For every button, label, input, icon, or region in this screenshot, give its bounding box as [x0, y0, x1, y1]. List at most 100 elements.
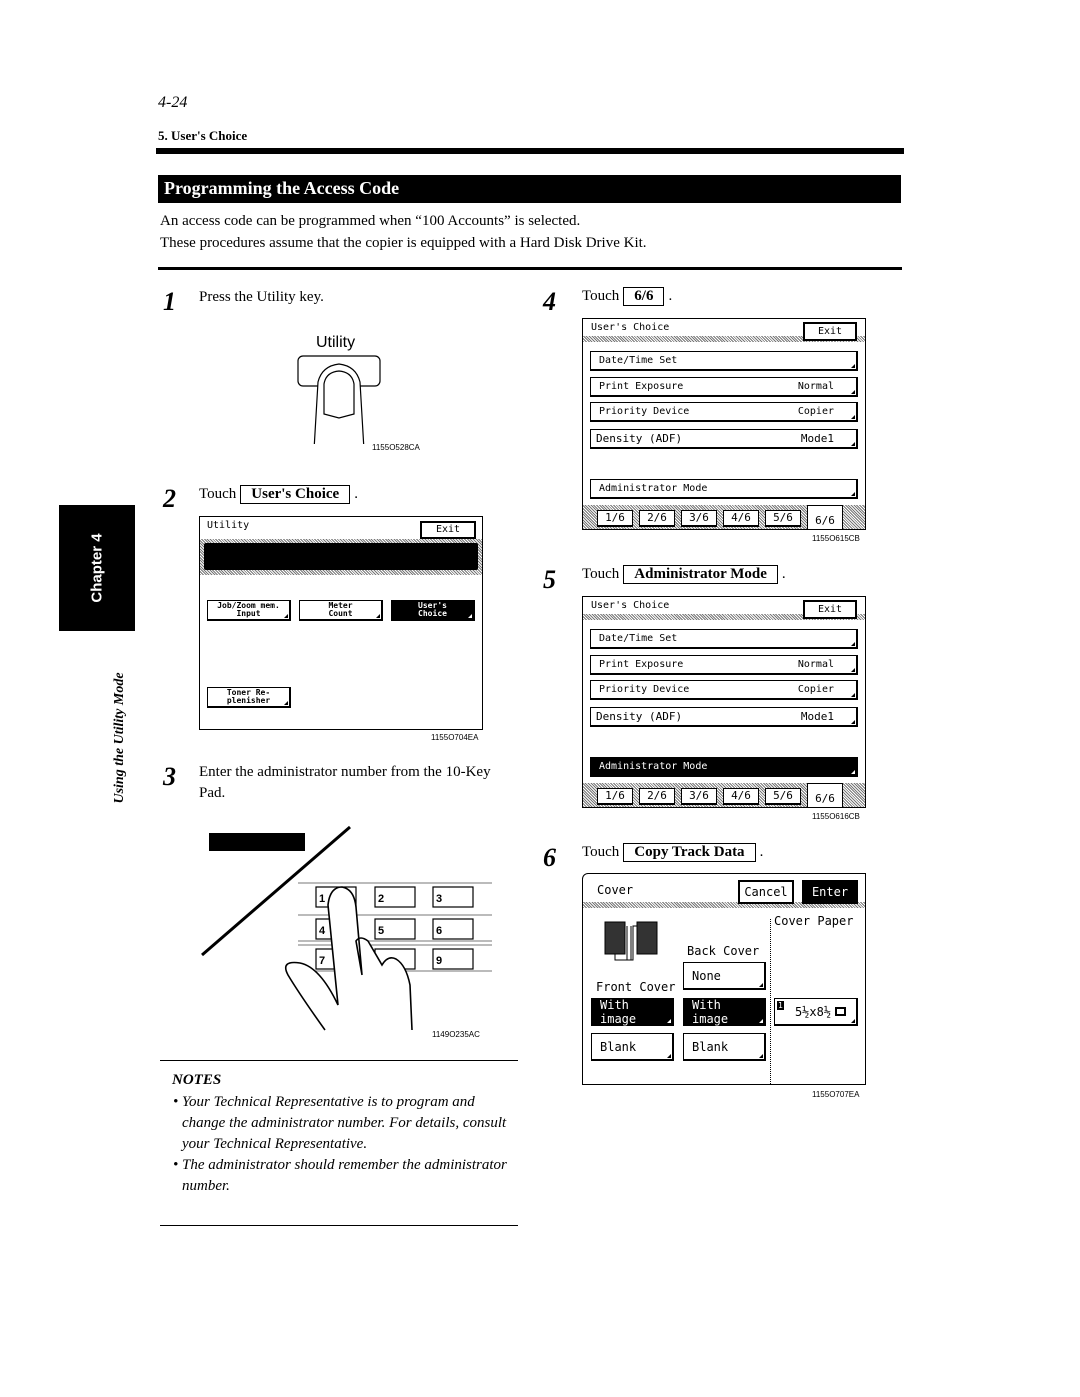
priority-device-button[interactable]: Priority Device Copier	[590, 402, 858, 422]
users-choice-screen-2: User's Choice Exit Date/Time Set Print E…	[582, 596, 866, 808]
row-label: Density (ADF)	[596, 432, 683, 445]
period: .	[354, 486, 358, 502]
tab-page-6[interactable]: 6/6	[807, 783, 843, 807]
screen-title: Cover	[597, 883, 634, 897]
figure-caption: 1149O235AC	[432, 1030, 480, 1039]
note-text: The administrator should remember the ad…	[182, 1157, 507, 1194]
key-4[interactable]: 4	[319, 925, 326, 937]
key-1[interactable]: 1	[319, 893, 325, 905]
page-title: Programming the Access Code	[158, 175, 901, 203]
users-choice-screen-1: User's Choice Exit Date/Time Set Print E…	[582, 318, 866, 530]
priority-device-button[interactable]: Priority Device Copier	[590, 680, 858, 700]
administrator-mode-button[interactable]: Administrator Mode	[590, 479, 858, 499]
print-exposure-button[interactable]: Print Exposure Normal	[590, 377, 858, 397]
tab-page-5[interactable]: 5/6	[765, 788, 801, 805]
tab-page-2[interactable]: 2/6	[639, 788, 675, 805]
step-6-instruction: Touch Copy Track Data.	[582, 842, 763, 863]
tab-page-5[interactable]: 5/6	[765, 510, 801, 527]
row-label: Administrator Mode	[599, 761, 708, 772]
key-9[interactable]: 9	[436, 955, 442, 967]
exit-button[interactable]: Exit	[803, 322, 857, 341]
print-exposure-button[interactable]: Print Exposure Normal	[590, 655, 858, 675]
row-label: Density (ADF)	[596, 710, 683, 723]
front-cover-blank-button[interactable]: Blank	[591, 1033, 674, 1061]
row-label: Print Exposure	[599, 659, 684, 670]
cover-screen: Cover Cancel Enter Cover Paper Back Cove…	[582, 873, 866, 1085]
users-choice-button-ref: User's Choice	[240, 485, 351, 504]
intro-line: An access code can be programmed when “1…	[160, 213, 581, 229]
paper-size-value: 5½x8½	[794, 1004, 832, 1019]
chapter-title: Using the Utility Mode	[80, 650, 160, 825]
keypad-figure: 1 2 3 4 5 6 7 9	[200, 825, 500, 1035]
touch-word: Touch	[582, 566, 620, 582]
step-3-number: 3	[163, 762, 176, 791]
density-adf-button[interactable]: Density (ADF) Mode1	[590, 707, 858, 727]
step-3-text: Enter the administrator number from the …	[199, 764, 491, 801]
density-adf-button[interactable]: Density (ADF) Mode1	[590, 429, 858, 449]
meter-count-button[interactable]: Meter Count	[299, 600, 383, 621]
note-item: • The administrator should remember the …	[173, 1157, 507, 1194]
back-cover-with-image-button[interactable]: With image	[683, 998, 766, 1026]
figure-caption: 1155O615CB	[812, 534, 860, 543]
cover-pages-icon	[604, 921, 658, 961]
row-label: Date/Time Set	[599, 355, 678, 366]
tab-page-3[interactable]: 3/6	[681, 510, 717, 527]
back-cover-label: Back Cover	[687, 944, 760, 958]
tab-page-4[interactable]: 4/6	[723, 788, 759, 805]
row-label: Print Exposure	[599, 381, 684, 392]
hand-icon	[284, 886, 413, 1031]
chapter-title-text: Using the Utility Mode	[112, 671, 127, 804]
administrator-mode-button[interactable]: Administrator Mode	[590, 757, 858, 777]
intro-text: An access code can be programmed when “1…	[160, 210, 647, 254]
key-2[interactable]: 2	[378, 893, 384, 905]
utility-screen: Utility Exit Job/Zoom mem. Input Meter C…	[199, 516, 483, 730]
exit-button[interactable]: Exit	[803, 600, 857, 619]
row-label: Administrator Mode	[599, 483, 708, 494]
finger-press-icon	[297, 355, 381, 444]
back-cover-blank-button[interactable]: Blank	[683, 1033, 766, 1061]
date-time-set-button[interactable]: Date/Time Set	[590, 351, 858, 371]
exit-button[interactable]: Exit	[420, 521, 476, 539]
paper-orientation-icon	[835, 1007, 847, 1016]
job-zoom-memory-button[interactable]: Job/Zoom mem. Input	[207, 600, 291, 621]
tab-page-1[interactable]: 1/6	[597, 788, 633, 805]
figure-caption: 1155O528CA	[372, 443, 420, 452]
step-1-number: 1	[163, 287, 176, 316]
tab-page-6[interactable]: 6/6	[807, 505, 843, 529]
key-5[interactable]: 5	[378, 925, 384, 937]
section-divider	[156, 148, 904, 154]
screen-title: User's Choice	[591, 600, 670, 611]
note-item: • Your Technical Representative is to pr…	[173, 1094, 507, 1152]
row-label: Date/Time Set	[599, 633, 678, 644]
cover-paper-label: Cover Paper	[774, 914, 854, 928]
message-area	[200, 539, 482, 575]
key-3[interactable]: 3	[436, 893, 442, 905]
key-7[interactable]: 7	[319, 955, 325, 967]
cover-paper-size-button[interactable]: 1 5½x8½	[774, 998, 858, 1026]
tab-page-3[interactable]: 3/6	[681, 788, 717, 805]
message-display	[204, 543, 478, 570]
date-time-set-button[interactable]: Date/Time Set	[590, 629, 858, 649]
users-choice-button[interactable]: User's Choice	[391, 600, 475, 621]
intro-line: These procedures assume that the copier …	[160, 235, 647, 251]
figure-caption: 1155O616CB	[812, 812, 860, 821]
administrator-mode-button-ref: Administrator Mode	[623, 565, 778, 584]
key-6[interactable]: 6	[436, 925, 442, 937]
row-value: Copier	[797, 406, 834, 417]
tab-page-4[interactable]: 4/6	[723, 510, 759, 527]
cancel-button[interactable]: Cancel	[738, 880, 794, 904]
page-number: 4-24	[158, 94, 188, 111]
step-6-number: 6	[543, 843, 556, 872]
back-cover-none-button[interactable]: None	[683, 962, 766, 990]
tab-page-1[interactable]: 1/6	[597, 510, 633, 527]
front-cover-with-image-button[interactable]: With image	[591, 998, 674, 1026]
keypad-illustration: 1 2 3 4 5 6 7 9	[201, 825, 492, 1031]
intro-divider	[158, 267, 902, 270]
toner-replenisher-button[interactable]: Toner Re- plenisher	[207, 687, 291, 708]
step-1-text: Press the Utility key.	[199, 289, 324, 305]
front-cover-label: Front Cover	[596, 980, 676, 994]
row-value: Normal	[797, 659, 834, 670]
tab-page-2[interactable]: 2/6	[639, 510, 675, 527]
enter-button[interactable]: Enter	[802, 880, 858, 904]
row-value: Mode1	[800, 432, 834, 445]
